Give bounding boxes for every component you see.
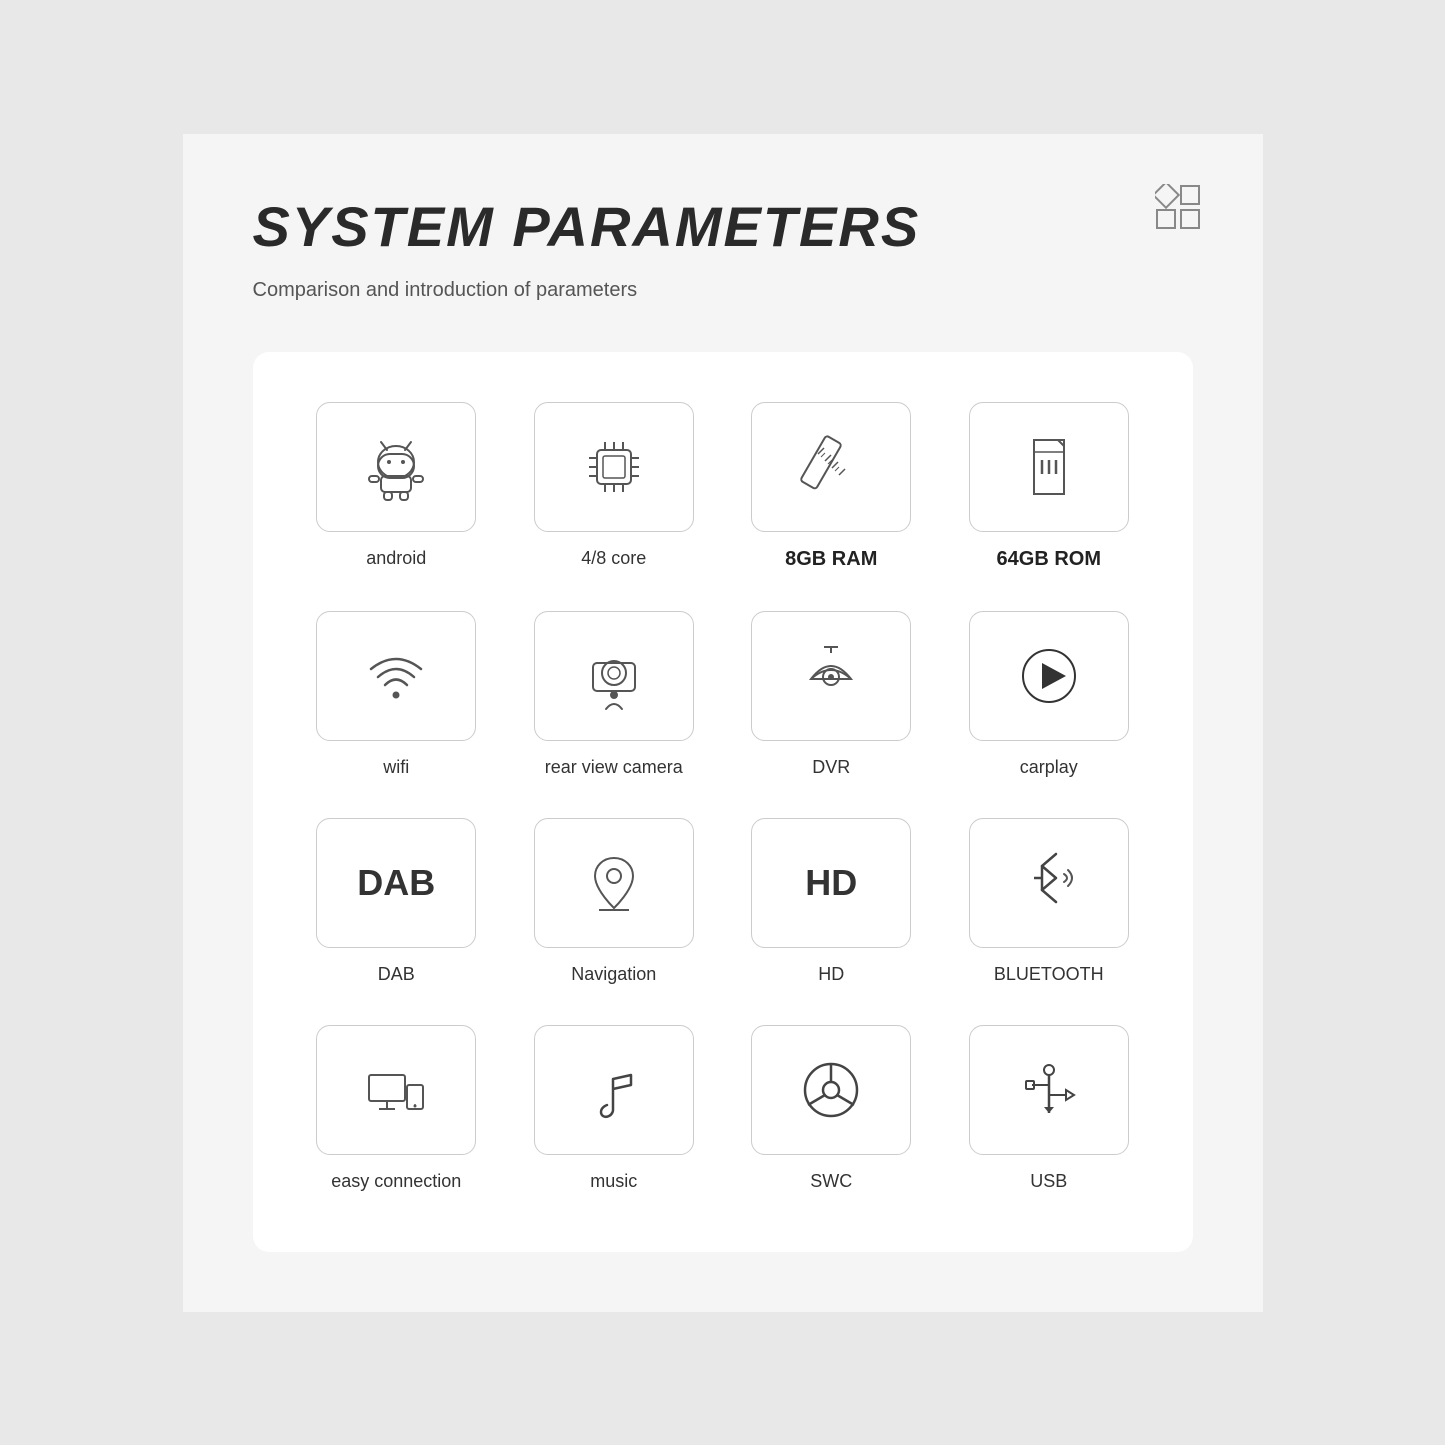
music-icon <box>579 1055 649 1125</box>
core-label: 4/8 core <box>581 548 646 569</box>
wifi-icon-box <box>316 611 476 741</box>
list-item: easy connection <box>303 1025 491 1192</box>
list-item: android <box>303 402 491 571</box>
rearview-icon-box <box>534 611 694 741</box>
list-item: 64GB ROM <box>955 402 1143 571</box>
devices-icon <box>361 1055 431 1125</box>
hd-icon-box: HD <box>751 818 911 948</box>
list-item: 8GB RAM <box>738 402 926 571</box>
bluetooth-icon <box>1014 848 1084 918</box>
camera-icon <box>579 641 649 711</box>
carplay-label: carplay <box>1020 757 1078 778</box>
swc-label: SWC <box>810 1171 852 1192</box>
music-icon-box <box>534 1025 694 1155</box>
ram-icon-box <box>751 402 911 532</box>
android-label: android <box>366 548 426 569</box>
dvr-icon <box>796 641 866 711</box>
android-icon <box>361 432 431 502</box>
top-right-icon <box>1155 184 1203 232</box>
bluetooth-label: BLUETOOTH <box>994 964 1104 985</box>
list-item: HD HD <box>738 818 926 985</box>
music-label: music <box>590 1171 637 1192</box>
steering-wheel-icon <box>796 1055 866 1125</box>
rom-label: 64GB ROM <box>997 548 1101 571</box>
list-item: DVR <box>738 611 926 778</box>
sdcard-icon <box>1014 432 1084 502</box>
ruler-icon <box>796 432 866 502</box>
bluetooth-icon-box <box>969 818 1129 948</box>
cpu-icon <box>579 432 649 502</box>
hd-text-icon: HD <box>805 862 857 904</box>
usb-icon-box <box>969 1025 1129 1155</box>
easyconnection-label: easy connection <box>331 1171 461 1192</box>
usb-label: USB <box>1030 1171 1067 1192</box>
list-item: rear view camera <box>520 611 708 778</box>
core-icon-box <box>534 402 694 532</box>
list-item: wifi <box>303 611 491 778</box>
easyconnection-icon-box <box>316 1025 476 1155</box>
list-item: BLUETOOTH <box>955 818 1143 985</box>
ram-label: 8GB RAM <box>785 548 877 571</box>
play-icon <box>1014 641 1084 711</box>
dvr-icon-box <box>751 611 911 741</box>
list-item: USB <box>955 1025 1143 1192</box>
rom-icon-box <box>969 402 1129 532</box>
carplay-icon-box <box>969 611 1129 741</box>
list-item: Navigation <box>520 818 708 985</box>
wifi-label: wifi <box>383 757 409 778</box>
list-item: DAB DAB <box>303 818 491 985</box>
navigation-label: Navigation <box>571 964 656 985</box>
dab-text-icon: DAB <box>357 862 435 904</box>
navigation-icon <box>579 848 649 918</box>
list-item: carplay <box>955 611 1143 778</box>
android-icon-box <box>316 402 476 532</box>
main-card: android <box>253 352 1193 1252</box>
rearview-label: rear view camera <box>545 757 683 778</box>
hd-label: HD <box>818 964 844 985</box>
wifi-icon <box>361 641 431 711</box>
dab-label: DAB <box>378 964 415 985</box>
list-item: SWC <box>738 1025 926 1192</box>
usb-icon <box>1014 1055 1084 1125</box>
page-subtitle: Comparison and introduction of parameter… <box>253 279 1193 302</box>
list-item: music <box>520 1025 708 1192</box>
page-title: SYSTEM PARAMETERS <box>253 194 1193 259</box>
items-grid: android <box>303 402 1143 1192</box>
list-item: 4/8 core <box>520 402 708 571</box>
page-container: SYSTEM PARAMETERS Comparison and introdu… <box>183 134 1263 1312</box>
swc-icon-box <box>751 1025 911 1155</box>
dab-icon-box: DAB <box>316 818 476 948</box>
navigation-icon-box <box>534 818 694 948</box>
dvr-label: DVR <box>812 757 850 778</box>
